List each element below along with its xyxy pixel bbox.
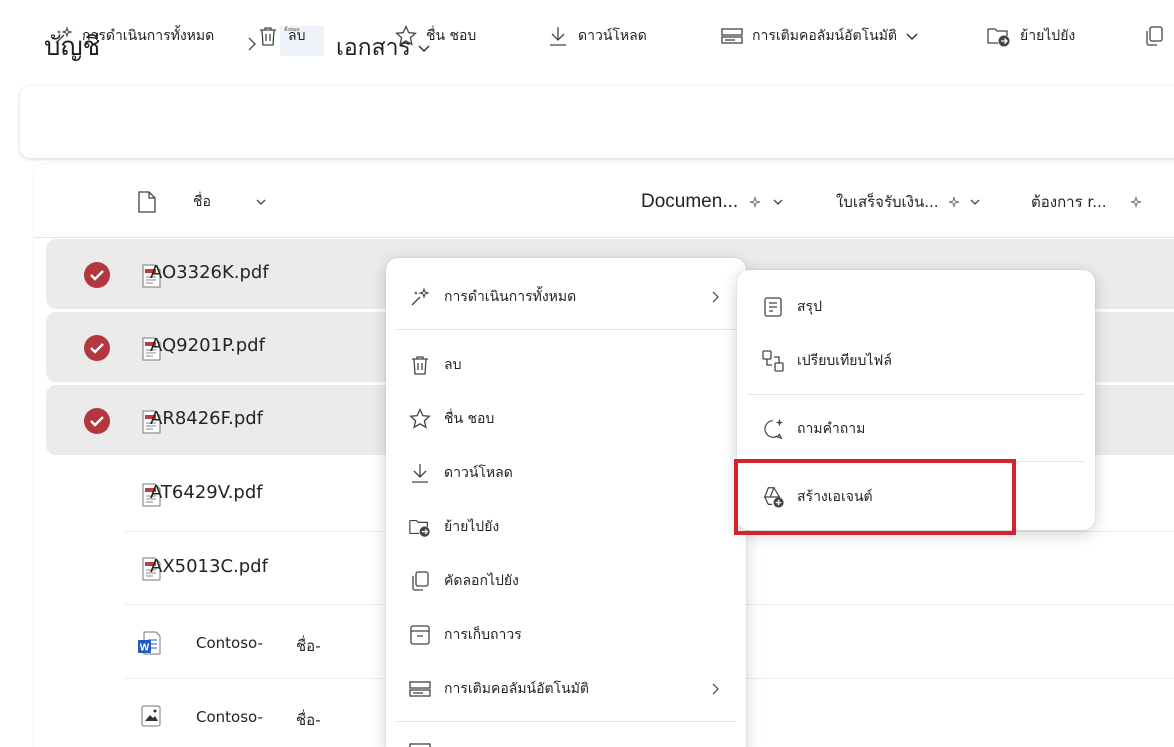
file-name-extra: ชื่อ- (296, 711, 321, 729)
all-actions-label: การดำเนินการทั้งหมด (82, 28, 215, 44)
menu-divider (396, 329, 736, 330)
submenu-item-ask[interactable]: ถามคำถาม (761, 414, 865, 444)
word-file-icon: W (138, 631, 161, 655)
column-header-type[interactable] (136, 188, 158, 216)
menu-item-label: ย้ายไปยัง (444, 519, 500, 535)
sparkle-icon (411, 287, 430, 306)
autofill-label: การเติมคอลัมน์อัตโนมัติ (752, 28, 898, 44)
sparkle-icon (750, 196, 761, 208)
folder-move-icon (987, 28, 1010, 47)
menu-item-all-actions[interactable]: การดำเนินการทั้งหมด (408, 282, 576, 312)
column-icon (409, 681, 431, 697)
trash-icon (260, 27, 276, 46)
archive-icon (410, 625, 430, 645)
file-name[interactable]: AX5013C.pdf (150, 556, 268, 577)
star-icon (409, 407, 431, 429)
row-check-icon[interactable] (84, 335, 110, 361)
row-check-icon[interactable] (84, 408, 110, 434)
menu-item-label: การเก็บถาวร (444, 627, 522, 643)
chevron-down-icon (256, 199, 266, 205)
column-header-receipt-label: ใบเสร็จรับเงิน... (836, 193, 939, 211)
menu-item-move-to[interactable]: ย้ายไปยัง (408, 512, 499, 542)
more-item-icon (409, 743, 431, 747)
file-name[interactable]: AQ9201P.pdf (150, 335, 265, 356)
column-header-receipt[interactable]: ใบเสร็จรับเงิน... (836, 188, 981, 216)
menu-divider (396, 721, 736, 722)
file-name[interactable]: AT6429V.pdf (150, 482, 263, 503)
download-icon (550, 27, 566, 46)
file-name[interactable]: AR8426F.pdf (150, 408, 263, 429)
image-file-icon (141, 705, 161, 727)
menu-item-label: ลบ (444, 357, 462, 373)
menu-item-autofill[interactable]: การเติมคอลัมน์อัตโนมัติ (408, 674, 589, 704)
sparkle-icon (1130, 196, 1141, 208)
sparkle-icon (948, 196, 959, 208)
star-icon (395, 24, 417, 46)
file-name[interactable]: Contoso- (196, 634, 263, 652)
menu-item-archive[interactable]: การเก็บถาวร (408, 620, 522, 650)
chat-sparkle-icon (764, 418, 784, 440)
compare-files-icon (762, 350, 784, 372)
favorite-label: ชื่น ชอบ (426, 28, 477, 44)
delete-button[interactable]: ลบ (256, 0, 305, 72)
row-check-icon[interactable] (84, 262, 110, 288)
menu-item-label: ดาวน์โหลด (444, 465, 513, 481)
favorite-button[interactable]: ชื่น ชอบ (394, 0, 476, 72)
move-to-button[interactable]: ย้ายไปยัง (986, 0, 1075, 72)
command-bar (20, 86, 1174, 158)
chevron-right-icon (712, 683, 719, 695)
download-icon (412, 464, 428, 483)
submenu-item-summarize[interactable]: สรุป (761, 292, 822, 322)
menu-item-label: การดำเนินการทั้งหมด (444, 289, 577, 305)
menu-item-delete[interactable]: ลบ (408, 350, 461, 380)
menu-item-download[interactable]: ดาวน์โหลด (408, 458, 513, 488)
menu-divider (747, 394, 1085, 395)
column-header-document-label: Documen... (641, 191, 739, 212)
document-icon (138, 191, 156, 213)
submenu-item-compare[interactable]: เปรียบเทียบไฟล์ (761, 346, 892, 376)
column-header-requires[interactable]: ต้องการ r... (1031, 188, 1143, 216)
autofill-button[interactable]: การเติมคอลัมน์อัตโนมัติ (720, 0, 919, 72)
menu-item-label: การเติมคอลัมน์อัตโนมัติ (444, 681, 590, 697)
move-to-label: ย้ายไปยัง (1020, 28, 1076, 44)
chevron-down-icon (906, 33, 918, 41)
chevron-down-icon (970, 199, 980, 205)
highlight-box (734, 459, 1016, 535)
column-header-name[interactable]: ชื่อ (193, 188, 267, 216)
download-button[interactable]: ดาวน์โหลด (546, 0, 647, 72)
file-name[interactable]: Contoso- (196, 708, 263, 726)
submenu-item-label: สรุป (797, 299, 822, 315)
context-menu: การดำเนินการทั้งหมด ลบ ชื่น ชอบ ดาวน์โหล… (386, 258, 746, 747)
menu-item-favorite[interactable]: ชื่น ชอบ (408, 404, 494, 434)
copy-icon (412, 571, 429, 591)
copy-icon (1146, 26, 1163, 46)
folder-move-icon (409, 519, 430, 537)
file-name-extra: ชื่อ- (296, 637, 321, 655)
file-name[interactable]: AO3326K.pdf (150, 262, 269, 283)
all-actions-button[interactable]: การดำเนินการทั้งหมด (52, 0, 214, 72)
download-label: ดาวน์โหลด (578, 28, 647, 44)
menu-item-label: คัดลอกไปยัง (444, 573, 519, 589)
submenu-item-label: ถามคำถาม (797, 421, 866, 437)
column-header-document[interactable]: Documen... (641, 188, 784, 216)
copy-to-button[interactable] (1142, 0, 1166, 72)
menu-item-copy-to[interactable]: คัดลอกไปยัง (408, 566, 519, 596)
header-divider (34, 237, 1174, 238)
chevron-down-icon (773, 199, 783, 205)
menu-item-label: ชื่น ชอบ (444, 411, 495, 427)
chevron-right-icon (712, 291, 719, 303)
delete-label: ลบ (288, 28, 306, 44)
trash-icon (412, 356, 428, 375)
column-header-name-label: ชื่อ (193, 194, 211, 210)
submenu-item-label: เปรียบเทียบไฟล์ (797, 353, 892, 369)
column-icon (721, 28, 743, 44)
sparkle-icon (55, 26, 73, 44)
summary-icon (764, 297, 782, 317)
svg-text:W: W (140, 643, 150, 654)
column-header-requires-label: ต้องการ r... (1031, 193, 1107, 211)
